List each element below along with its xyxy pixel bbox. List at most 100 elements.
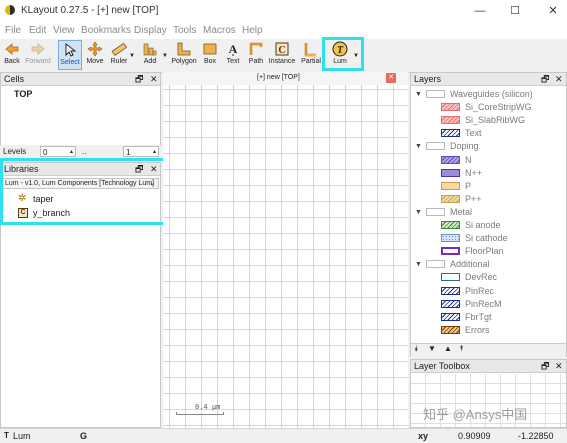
menu-edit[interactable]: Edit bbox=[29, 25, 46, 36]
path-icon bbox=[249, 42, 263, 55]
layer-row[interactable]: Si cathode bbox=[411, 232, 561, 245]
close-icon[interactable]: ✕ bbox=[545, 3, 561, 19]
expand-icon[interactable]: ▼ bbox=[415, 206, 422, 219]
partial-icon bbox=[304, 43, 316, 57]
move-down-icon[interactable]: ▼ bbox=[428, 344, 436, 353]
layer-name: Si_CoreStripWG bbox=[465, 102, 532, 113]
forward-label: Forward bbox=[25, 58, 51, 65]
layer-row[interactable]: PinRec bbox=[411, 285, 561, 298]
layer-list: ▼ Waveguides (silicon) Si_CoreStripWG Si_Sl… bbox=[411, 88, 566, 343]
layout-canvas[interactable]: 0.4 µm bbox=[163, 85, 408, 428]
float-icon[interactable]: 🗗 bbox=[541, 360, 549, 373]
menu-help[interactable]: Help bbox=[242, 25, 263, 36]
expand-icon[interactable]: ▼ bbox=[415, 140, 422, 153]
expand-icon[interactable]: ▼ bbox=[415, 88, 422, 101]
status-x: 0.90909 bbox=[458, 431, 491, 441]
float-icon[interactable]: 🗗 bbox=[135, 73, 143, 86]
layer-row[interactable]: ▼ Waveguides (silicon) bbox=[411, 88, 561, 101]
layer-swatch-icon bbox=[441, 129, 460, 138]
level-to-input[interactable]: 1 ▴ bbox=[123, 146, 159, 157]
layer-swatch-icon bbox=[441, 286, 460, 295]
expand-icon[interactable]: ▼ bbox=[415, 258, 422, 271]
layer-row[interactable]: Si_SlabRibWG bbox=[411, 114, 561, 127]
layer-name: N++ bbox=[465, 167, 483, 178]
menu-display[interactable]: Display bbox=[134, 25, 167, 36]
layer-row[interactable]: DevRec bbox=[411, 271, 561, 284]
layer-swatch-icon bbox=[441, 221, 460, 229]
cell-item-top[interactable]: TOP bbox=[14, 89, 32, 99]
title-bar: KLayout 0.27.5 - [+] new [TOP] — ☐ ✕ bbox=[0, 0, 567, 22]
layer-name: Additional bbox=[450, 259, 490, 270]
layer-row[interactable]: Si_CoreStripWG bbox=[411, 101, 561, 114]
layer-row[interactable]: N bbox=[411, 154, 561, 167]
ruler-button[interactable]: Ruler bbox=[108, 40, 130, 70]
layer-row[interactable]: FloorPlan bbox=[411, 245, 561, 258]
text-label: Text bbox=[226, 58, 240, 65]
layer-row[interactable]: Text bbox=[411, 127, 561, 140]
polygon-button[interactable]: Polygon bbox=[171, 40, 197, 70]
menu-view[interactable]: View bbox=[53, 25, 75, 36]
svg-text:A: A bbox=[229, 42, 238, 56]
ruler-dropdown-icon[interactable]: ▼ bbox=[129, 53, 135, 59]
svg-text:C: C bbox=[278, 45, 285, 56]
lum-highlight bbox=[322, 37, 364, 71]
box-button[interactable]: Box bbox=[200, 40, 220, 70]
move-top-icon[interactable]: ⯭ bbox=[459, 344, 464, 354]
path-button[interactable]: Path bbox=[245, 40, 267, 70]
back-label: Back bbox=[4, 58, 20, 65]
layer-swatch-icon bbox=[441, 103, 460, 112]
canvas-tab-bar: [+] new [TOP] ✕ bbox=[163, 72, 408, 86]
move-button[interactable]: Move bbox=[84, 40, 106, 70]
layer-swatch-icon bbox=[441, 168, 460, 177]
layer-row[interactable]: Errors bbox=[411, 324, 561, 337]
move-bottom-icon[interactable]: ⯯ bbox=[414, 344, 419, 354]
ruler-icon bbox=[111, 42, 127, 57]
close-panel-icon[interactable]: ✕ bbox=[555, 73, 563, 86]
layer-name: P bbox=[465, 180, 472, 191]
layer-swatch-icon bbox=[441, 234, 460, 243]
maximize-icon[interactable]: ☐ bbox=[507, 3, 523, 19]
add-dropdown-icon[interactable]: ▼ bbox=[162, 53, 168, 59]
text-button[interactable]: A Text bbox=[222, 40, 244, 70]
canvas-tab-title[interactable]: [+] new [TOP] bbox=[257, 74, 300, 81]
forward-arrow-icon bbox=[31, 43, 45, 55]
layer-swatch-icon bbox=[441, 155, 460, 164]
close-panel-icon[interactable]: ✕ bbox=[150, 73, 158, 86]
back-button[interactable]: Back bbox=[2, 40, 22, 70]
close-tab-icon[interactable]: ✕ bbox=[386, 73, 396, 83]
layer-row[interactable]: PinRecM bbox=[411, 298, 561, 311]
menu-file[interactable]: File bbox=[5, 25, 21, 36]
layer-toolbox-header: Layer Toolbox 🗗 ✕ bbox=[411, 360, 566, 373]
layer-row[interactable]: FbrTgt bbox=[411, 311, 561, 324]
instance-button[interactable]: C Instance bbox=[268, 40, 296, 70]
partial-button[interactable]: Partial bbox=[299, 40, 323, 70]
layers-header: Layers 🗗 ✕ bbox=[411, 73, 566, 86]
levels-label: Levels bbox=[3, 147, 27, 156]
toolbar: Back Forward Select Move Ruler ▼ Add ▼ P… bbox=[0, 39, 567, 73]
select-button[interactable]: Select bbox=[58, 40, 82, 70]
add-label: Add bbox=[143, 58, 157, 65]
menu-macros[interactable]: Macros bbox=[203, 25, 236, 36]
close-panel-icon[interactable]: ✕ bbox=[555, 360, 563, 373]
menu-tools[interactable]: Tools bbox=[173, 25, 196, 36]
forward-button[interactable]: Forward bbox=[24, 40, 52, 70]
menu-bookmarks[interactable]: Bookmarks bbox=[81, 25, 131, 36]
float-icon[interactable]: 🗗 bbox=[541, 73, 549, 86]
minimize-icon[interactable]: — bbox=[472, 3, 488, 19]
move-up-icon[interactable]: ▲ bbox=[444, 344, 452, 353]
layer-row[interactable]: ▼ Additional bbox=[411, 258, 561, 271]
layer-row[interactable]: P++ bbox=[411, 193, 561, 206]
box-label: Box bbox=[203, 58, 217, 65]
layer-row[interactable]: ▼ Metal bbox=[411, 206, 561, 219]
add-button[interactable]: Add bbox=[139, 40, 161, 70]
layer-name: Errors bbox=[465, 324, 490, 335]
cells-title: Cells bbox=[4, 74, 25, 84]
layer-row[interactable]: ▼ Doping bbox=[411, 140, 561, 153]
layer-swatch-icon bbox=[441, 247, 460, 256]
level-from-input[interactable]: 0 ▴ bbox=[40, 146, 76, 157]
layer-row[interactable]: N++ bbox=[411, 167, 561, 180]
layer-swatch-icon bbox=[426, 90, 445, 98]
text-mode-icon: T bbox=[4, 431, 9, 440]
layer-row[interactable]: Si anode bbox=[411, 219, 561, 232]
layer-row[interactable]: P bbox=[411, 180, 561, 193]
